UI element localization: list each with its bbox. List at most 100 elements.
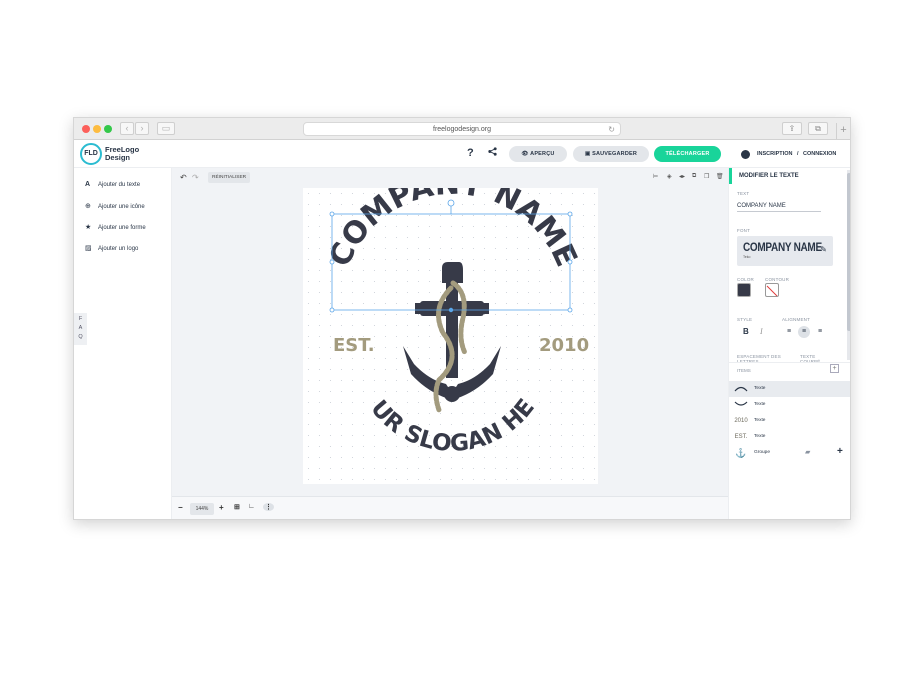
- logo-est-text[interactable]: EST.: [333, 335, 375, 356]
- contour-label: CONTOUR: [765, 277, 790, 282]
- app-header: FLD FreeLogo Design ? 👁 APERÇU ▣ SAUVEGA…: [74, 140, 850, 168]
- pencil-icon[interactable]: ✎: [820, 245, 827, 254]
- minimize-window-button[interactable]: [93, 125, 101, 133]
- add-item-icon[interactable]: +: [830, 364, 839, 373]
- forward-icon[interactable]: ›: [135, 122, 149, 135]
- logo-line-2: Design: [105, 153, 131, 162]
- no-color-icon: [766, 285, 778, 297]
- download-button[interactable]: TÉLÉCHARGER: [654, 146, 721, 162]
- year-thumb: 2010: [734, 418, 748, 424]
- faq-letter: A: [78, 325, 83, 331]
- font-selector[interactable]: COMPANY NAME Teko ✎: [737, 236, 833, 266]
- duplicate-icon[interactable]: ❐: [704, 173, 709, 180]
- new-tab-button[interactable]: +: [836, 123, 850, 139]
- align-left-icon[interactable]: ≡: [783, 326, 795, 338]
- sidebar-item-label: Ajouter un logo: [98, 246, 139, 252]
- canvas-area: ↶ ↷ RÉINITIALISER ⊨ ◈ ◂▸ ⧉ ❐ 🗑 COMPANY N: [172, 167, 728, 519]
- sidebar-item-label: Ajouter une icône: [98, 204, 145, 210]
- undo-icon[interactable]: ↶: [180, 173, 187, 182]
- redo-icon[interactable]: ↷: [192, 173, 199, 182]
- italic-button[interactable]: I: [760, 327, 763, 336]
- sidebar-item-label: Ajouter du texte: [98, 182, 141, 188]
- align-center-icon[interactable]: ≡: [798, 326, 810, 338]
- left-sidebar: A Ajouter du texte ⊕ Ajouter une icône ★ Aj…: [74, 168, 172, 519]
- grid-icon[interactable]: ⊞: [234, 503, 240, 511]
- zoom-out-icon[interactable]: −: [178, 503, 183, 512]
- layer-label: Texte: [754, 386, 766, 391]
- guides-icon[interactable]: ⋮: [263, 503, 274, 511]
- layer-label: Texte: [754, 418, 766, 423]
- login-link[interactable]: CONNEXION: [803, 151, 836, 157]
- save-icon: ▣: [584, 151, 591, 157]
- layer-label: Texte: [754, 434, 766, 439]
- expand-group-icon[interactable]: +: [837, 446, 843, 457]
- star-icon: ★: [85, 224, 92, 231]
- reload-icon[interactable]: ↻: [608, 123, 615, 136]
- alignment-label: ALIGNMENT: [782, 317, 811, 322]
- share-page-icon[interactable]: ⇪: [782, 122, 802, 135]
- faq-letter: F: [78, 316, 83, 322]
- align-right-icon[interactable]: ≡: [814, 326, 826, 338]
- folder-icon[interactable]: ▰: [805, 448, 810, 456]
- ruler-icon[interactable]: ∟: [248, 503, 255, 510]
- layer-item[interactable]: EST. Texte: [729, 429, 850, 445]
- preview-button[interactable]: 👁 APERÇU: [509, 146, 567, 162]
- faq-tab[interactable]: F A Q: [74, 313, 87, 345]
- layer-label: Groupe: [754, 450, 770, 455]
- faq-letter: Q: [78, 334, 83, 340]
- back-icon[interactable]: ‹: [120, 122, 134, 135]
- panel-scrollbar-thumb[interactable]: [847, 173, 850, 331]
- share-icon[interactable]: [488, 147, 497, 159]
- color-swatch[interactable]: [737, 283, 751, 297]
- items-label: ITEMS: [737, 368, 751, 373]
- fld-logo-text[interactable]: FreeLogo Design: [105, 146, 139, 162]
- close-window-button[interactable]: [82, 125, 90, 133]
- contour-swatch[interactable]: [765, 283, 779, 297]
- eye-icon: 👁: [521, 151, 529, 157]
- browser-toolbar: ‹ › ▭ freelogodesign.org ↻ ⇪ ⧉ +: [74, 118, 850, 140]
- font-label: FONT: [737, 228, 751, 233]
- text-input[interactable]: COMPANY NAME: [737, 200, 821, 212]
- help-icon[interactable]: ?: [467, 147, 474, 159]
- sidebar-item-add-logo[interactable]: ▨ Ajouter un logo: [85, 244, 138, 256]
- maximize-window-button[interactable]: [104, 125, 112, 133]
- align-objects-icon[interactable]: ⊨: [653, 173, 658, 180]
- sidebar-toggle-icon[interactable]: ▭: [157, 122, 175, 135]
- logo-year-text[interactable]: 2010: [539, 335, 589, 356]
- sidebar-item-add-text[interactable]: A Ajouter du texte: [85, 181, 140, 193]
- artboard[interactable]: COMPANY NAME EST. 2010: [293, 167, 598, 484]
- register-link[interactable]: INSCRIPTION: [757, 151, 792, 157]
- font-preview: COMPANY NAME: [743, 242, 822, 255]
- auth-separator: /: [796, 151, 799, 157]
- delete-icon[interactable]: 🗑: [716, 173, 724, 180]
- save-button[interactable]: ▣ SAUVEGARDER: [573, 146, 649, 162]
- layer-item-group[interactable]: ⚓ Groupe ▰ +: [729, 445, 850, 461]
- flip-icon[interactable]: ◂▸: [679, 173, 685, 180]
- bold-button[interactable]: B: [743, 327, 749, 336]
- sidebar-item-add-icon[interactable]: ⊕ Ajouter une icône: [85, 202, 145, 214]
- address-bar[interactable]: freelogodesign.org ↻: [303, 122, 621, 136]
- fld-logo-mark[interactable]: FLD: [80, 143, 102, 165]
- layer-item[interactable]: Texte: [729, 381, 850, 397]
- tabs-overview-icon[interactable]: ⧉: [808, 122, 828, 135]
- group-icon[interactable]: ⧉: [692, 173, 696, 180]
- layer-item[interactable]: Texte: [729, 397, 850, 413]
- layers-icon[interactable]: ◈: [667, 173, 672, 180]
- globe-icon: ⊕: [85, 203, 91, 210]
- sidebar-item-add-shape[interactable]: ★ Ajouter une forme: [85, 223, 146, 235]
- logo-design[interactable]: COMPANY NAME EST. 2010: [293, 167, 598, 484]
- layer-label: Texte: [754, 402, 766, 407]
- rotate-handle-icon: [447, 199, 455, 207]
- est-thumb: EST.: [734, 434, 748, 440]
- zoom-in-icon[interactable]: +: [219, 503, 224, 512]
- preview-label: APERÇU: [530, 151, 555, 157]
- reset-button[interactable]: RÉINITIALISER: [208, 172, 251, 183]
- font-family-name: Teko: [743, 255, 751, 259]
- arc-up-icon: [734, 383, 748, 395]
- layer-item[interactable]: 2010 Texte: [729, 413, 850, 429]
- browser-window: ‹ › ▭ freelogodesign.org ↻ ⇪ ⧉ + FLD Fre…: [73, 117, 851, 520]
- save-label: SAUVEGARDER: [592, 151, 638, 157]
- user-icon: [741, 150, 750, 159]
- sidebar-item-label: Ajouter une forme: [98, 225, 146, 231]
- arc-down-icon: [734, 399, 748, 411]
